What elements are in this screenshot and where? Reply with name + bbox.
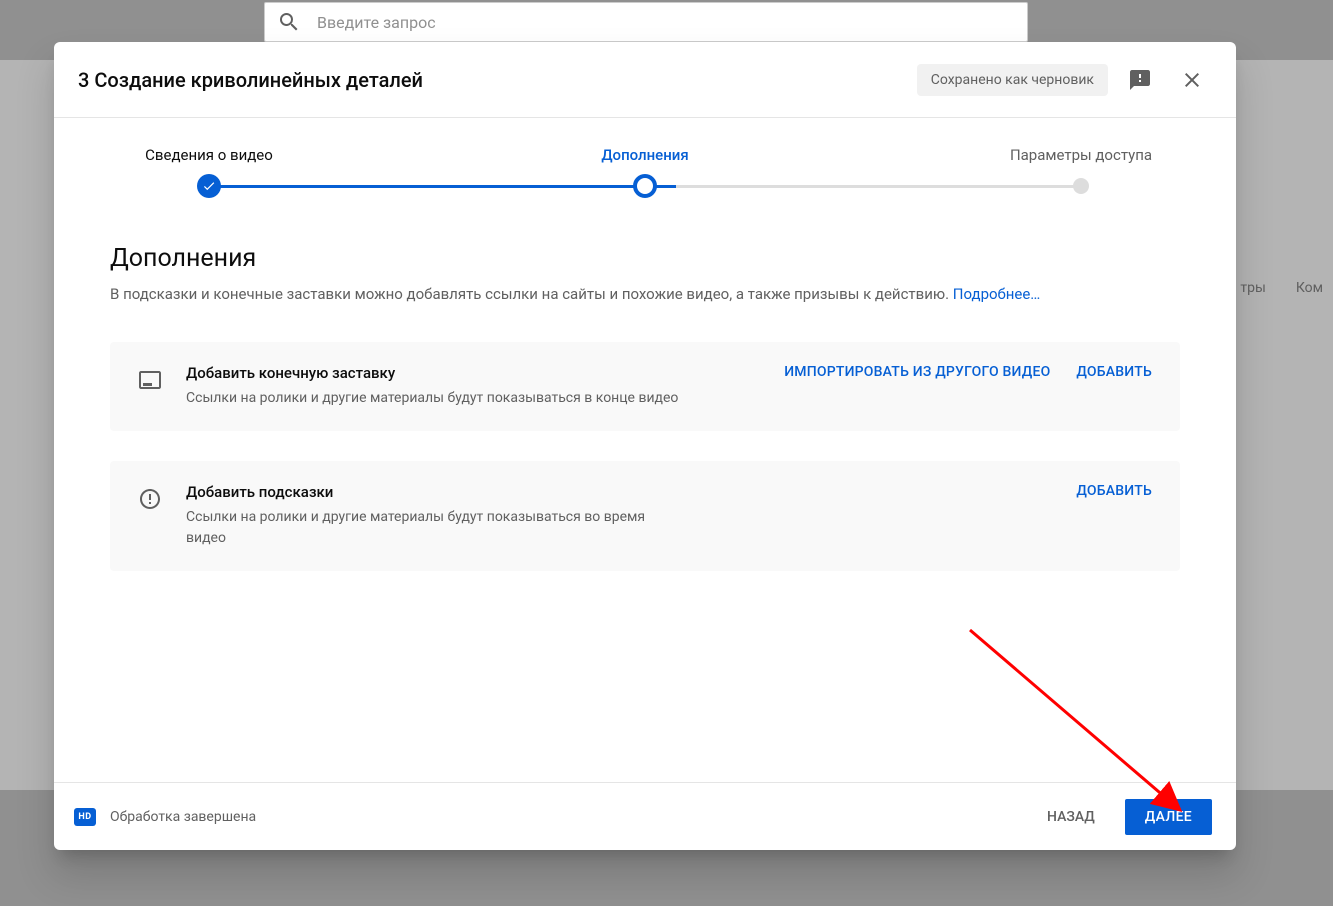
back-button[interactable]: НАЗАД [1031,799,1111,835]
step-node-done[interactable] [197,174,221,198]
endscreen-card: Добавить конечную заставку Ссылки на рол… [110,342,1180,431]
background-tabs: тры Ком [1240,280,1333,296]
endscreen-desc: Ссылки на ролики и другие материалы буду… [186,388,686,409]
next-button[interactable]: ДАЛЕЕ [1125,799,1212,835]
dialog-title: 3 Создание криволинейных деталей [78,68,905,92]
add-cards-button[interactable]: ДОБАВИТЬ [1076,483,1152,499]
content-heading: Дополнения [110,244,1180,273]
close-icon [1180,68,1204,92]
feedback-button[interactable] [1120,60,1160,100]
endscreen-actions: ИМПОРТИРОВАТЬ ИЗ ДРУГОГО ВИДЕО ДОБАВИТЬ [784,364,1152,380]
import-from-video-button[interactable]: ИМПОРТИРОВАТЬ ИЗ ДРУГОГО ВИДЕО [784,364,1050,380]
close-button[interactable] [1172,60,1212,100]
step-label-visibility[interactable]: Параметры доступа [986,146,1176,164]
upload-dialog: 3 Создание криволинейных деталей Сохране… [54,42,1236,850]
dialog-content: Дополнения В подсказки и конечные застав… [54,204,1236,782]
learn-more-link[interactable]: Подробнее… [953,285,1041,303]
step-label-additions[interactable]: Дополнения [601,146,688,164]
dialog-footer: HD Обработка завершена НАЗАД ДАЛЕЕ [54,782,1236,850]
processing-status: Обработка завершена [110,809,1017,825]
step-labels: Сведения о видео Дополнения Параметры до… [114,146,1176,164]
step-node-active[interactable] [633,174,657,198]
search-placeholder: Введите запрос [317,13,436,32]
feedback-icon [1128,68,1152,92]
endscreen-body: Добавить конечную заставку Ссылки на рол… [186,364,760,409]
endscreen-title: Добавить конечную заставку [186,364,760,382]
add-endscreen-button[interactable]: ДОБАВИТЬ [1076,364,1152,380]
background-search: Введите запрос [264,2,1028,42]
cards-title: Добавить подсказки [186,483,1052,501]
cards-desc: Ссылки на ролики и другие материалы буду… [186,507,686,549]
check-icon [202,179,216,193]
step-track [114,174,1176,204]
save-status-chip: Сохранено как черновик [917,64,1108,96]
cards-body: Добавить подсказки Ссылки на ролики и др… [186,483,1052,549]
step-node-pending[interactable] [1073,178,1089,194]
cards-icon [138,487,162,515]
step-label-details[interactable]: Сведения о видео [114,146,304,164]
search-icon [277,10,301,34]
hd-badge-icon: HD [74,808,96,826]
dialog-header: 3 Создание криволинейных деталей Сохране… [54,42,1236,118]
stepper: Сведения о видео Дополнения Параметры до… [54,118,1236,204]
track-line-fill [209,185,676,188]
content-subtext: В подсказки и конечные заставки можно до… [110,283,1180,306]
cards-actions: ДОБАВИТЬ [1076,483,1152,499]
cards-card: Добавить подсказки Ссылки на ролики и др… [110,461,1180,571]
endscreen-icon [138,368,162,396]
